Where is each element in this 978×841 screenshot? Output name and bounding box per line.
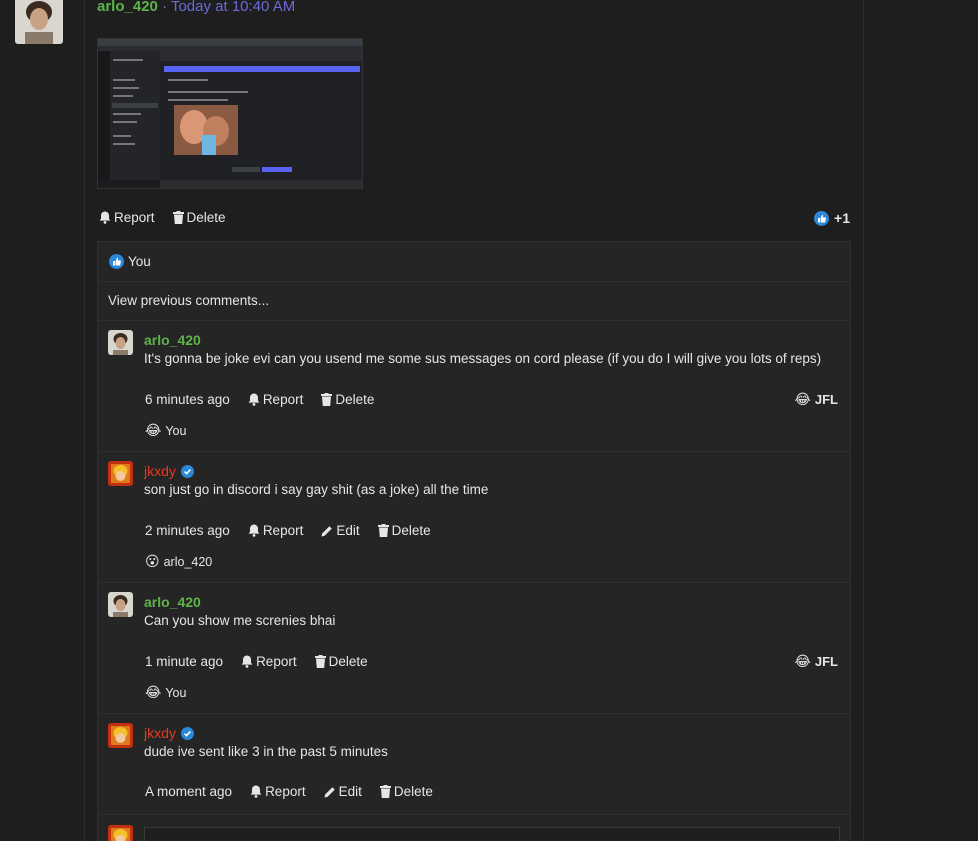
comment-author-avatar[interactable] xyxy=(108,461,133,486)
trash-icon xyxy=(379,785,391,798)
bell-icon xyxy=(99,211,111,224)
comment-author-avatar[interactable] xyxy=(108,330,133,355)
thumbs-up-icon xyxy=(109,254,124,269)
laughing-emoji-icon: 😂 xyxy=(794,653,811,670)
post-report-label: Report xyxy=(114,210,155,225)
post-actions: Report Delete xyxy=(99,210,226,225)
bell-icon xyxy=(241,655,253,668)
bell-icon xyxy=(248,393,260,406)
comment-actions: 2 minutes ago Report Edit Delete xyxy=(145,523,431,538)
verified-badge-icon xyxy=(180,726,194,740)
comment-actions: 6 minutes ago Report Delete xyxy=(145,392,374,407)
comment-text: Can you show me screnies bhai xyxy=(144,613,336,628)
comment-delete-button[interactable]: Delete xyxy=(377,523,431,538)
comment-text: dude ive sent like 3 in the past 5 minut… xyxy=(144,744,388,759)
view-previous-comments-link[interactable]: View previous comments... xyxy=(98,282,850,321)
comment-text: son just go in discord i say gay shit (a… xyxy=(144,482,489,497)
comment-author-avatar[interactable] xyxy=(108,592,133,617)
comment-item: arlo_420 Can you show me screnies bhai 1… xyxy=(98,583,850,714)
comment-item: arlo_420 It's gonna be joke evi can you … xyxy=(98,321,850,452)
comment-report-button[interactable]: Report xyxy=(248,392,303,407)
comment-reaction-list[interactable]: 😮 arlo_420 xyxy=(145,555,212,569)
shocked-emoji-icon: 😮 xyxy=(145,554,160,570)
comment-timestamp[interactable]: 6 minutes ago xyxy=(145,392,230,407)
post-report-button[interactable]: Report xyxy=(99,210,155,225)
comment-delete-button[interactable]: Delete xyxy=(314,654,368,669)
comment-reaction-summary[interactable]: 😂 JFL xyxy=(795,654,838,669)
post-reaction-summary[interactable]: +1 xyxy=(814,210,850,226)
comment-author-name[interactable]: jkxdy xyxy=(144,725,194,741)
likes-row[interactable]: You xyxy=(98,242,850,282)
pencil-icon xyxy=(321,525,333,536)
thumbs-up-icon xyxy=(814,210,830,226)
verified-badge-icon xyxy=(180,464,194,478)
post-delete-button[interactable]: Delete xyxy=(172,210,226,225)
comment-author-name[interactable]: arlo_420 xyxy=(144,332,201,348)
trash-icon xyxy=(172,211,184,224)
current-user-avatar xyxy=(108,825,133,841)
comment-author-name[interactable]: jkxdy xyxy=(144,463,194,479)
comment-author-avatar[interactable] xyxy=(108,723,133,748)
comment-item: jkxdy son just go in discord i say gay s… xyxy=(98,452,850,583)
content-left-border xyxy=(84,0,85,841)
comment-reaction-list[interactable]: 😂 You xyxy=(145,424,186,438)
comment-delete-button[interactable]: Delete xyxy=(321,392,374,407)
comment-text: It's gonna be joke evi can you usend me … xyxy=(144,351,822,366)
post-timestamp[interactable]: Today at 10:40 AM xyxy=(171,0,295,15)
comments-panel: You View previous comments... arlo_420 I… xyxy=(97,241,851,841)
comment-reaction-list[interactable]: 😂 You xyxy=(145,686,186,700)
comment-timestamp[interactable]: 1 minute ago xyxy=(145,654,223,669)
comment-actions: A moment ago Report Edit Delete xyxy=(145,784,433,799)
bell-icon xyxy=(250,785,262,798)
post-delete-label: Delete xyxy=(186,210,226,225)
comment-reaction-summary[interactable]: 😂 JFL xyxy=(795,392,838,407)
comment-delete-button[interactable]: Delete xyxy=(379,784,433,799)
likes-label: You xyxy=(128,254,151,269)
pencil-icon xyxy=(324,786,335,797)
post-author-avatar[interactable] xyxy=(15,0,63,44)
content-right-border xyxy=(863,0,864,841)
trash-icon xyxy=(377,524,389,537)
reply-input[interactable] xyxy=(144,827,840,841)
comment-timestamp[interactable]: 2 minutes ago xyxy=(145,523,230,538)
attached-screenshot-image[interactable] xyxy=(97,38,363,189)
comment-report-button[interactable]: Report xyxy=(250,784,306,799)
trash-icon xyxy=(314,655,326,668)
bell-icon xyxy=(248,524,260,537)
comment-report-button[interactable]: Report xyxy=(241,654,297,669)
comment-edit-button[interactable]: Edit xyxy=(321,523,360,538)
post-header: arlo_420 · Today at 10:40 AM xyxy=(97,0,295,15)
comment-edit-button[interactable]: Edit xyxy=(324,784,362,799)
page: arlo_420 · Today at 10:40 AM Report Dele… xyxy=(0,0,978,841)
post-reaction-count: +1 xyxy=(834,210,850,226)
post-author-name[interactable]: arlo_420 xyxy=(97,0,158,15)
laughing-emoji-icon: 😂 xyxy=(794,391,811,408)
comment-report-button[interactable]: Report xyxy=(248,523,303,538)
comment-actions: 1 minute ago Report Delete xyxy=(145,654,368,669)
comment-timestamp[interactable]: A moment ago xyxy=(145,784,232,799)
post-separator: · xyxy=(162,0,168,15)
laughing-emoji-icon: 😂 xyxy=(145,423,162,439)
comment-author-name[interactable]: arlo_420 xyxy=(144,594,201,610)
comment-item: jkxdy dude ive sent like 3 in the past 5… xyxy=(98,714,850,815)
trash-icon xyxy=(321,393,333,406)
laughing-emoji-icon: 😂 xyxy=(145,685,162,701)
